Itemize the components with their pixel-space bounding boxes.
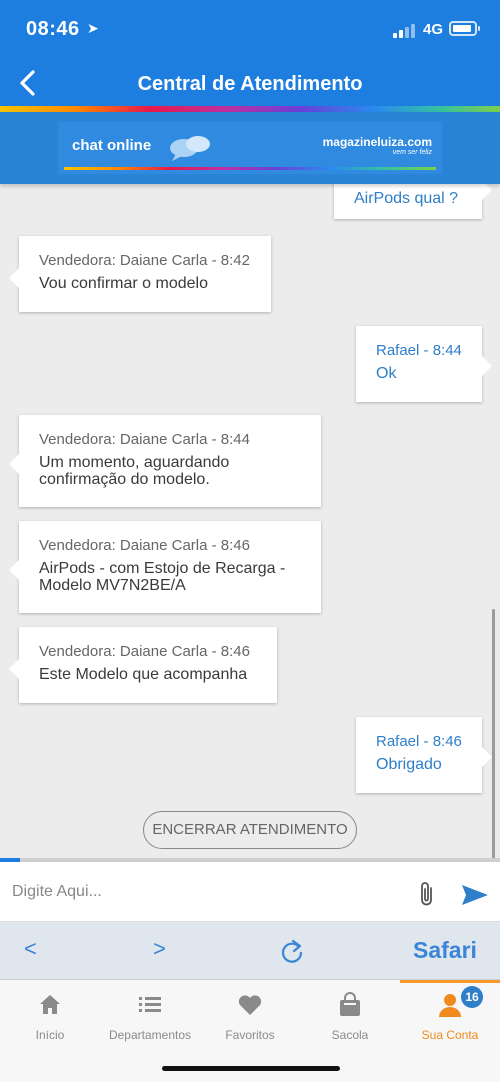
- nav-item-sua-conta[interactable]: Sua Conta: [400, 992, 500, 1042]
- paperclip-icon[interactable]: [416, 880, 438, 908]
- signal-icon: [393, 24, 417, 38]
- nav-item-sacola[interactable]: Sacola: [300, 992, 400, 1042]
- nav-label: Departamentos: [108, 1028, 192, 1042]
- nav-label: Sua Conta: [421, 1028, 479, 1042]
- nav-label: Início: [35, 1028, 65, 1042]
- location-arrow-icon: ➤: [87, 20, 99, 36]
- nav-item-inicio[interactable]: Início: [0, 992, 100, 1042]
- message-text: AirPods qual ?: [354, 190, 459, 207]
- chat-message: Vendedora: Daiane Carla - 8:46 AirPods -…: [9, 521, 321, 613]
- nav-item-favoritos[interactable]: Favoritos: [200, 992, 300, 1042]
- send-icon[interactable]: [461, 884, 489, 906]
- app-header: 08:46 ➤ 4G Central de Atendimento: [0, 0, 500, 112]
- status-time: 08:46: [26, 18, 80, 40]
- message-text: Vou confirmar o modelo: [39, 275, 208, 292]
- nav-label: Favoritos: [225, 1028, 275, 1042]
- message-text: Obrigado: [376, 756, 442, 773]
- message-text: Um momento, aguardando confirmação do mo…: [39, 454, 230, 488]
- safari-toolbar: < > Safari: [0, 922, 500, 980]
- network-label: 4G: [423, 21, 444, 38]
- open-in-safari-button[interactable]: Safari: [413, 937, 477, 964]
- message-input[interactable]: [12, 876, 402, 908]
- message-author: Vendedora: Daiane Carla - 8:46: [39, 537, 250, 554]
- home-icon: [40, 995, 60, 1014]
- active-tab-indicator: [400, 980, 500, 983]
- message-text: Ok: [376, 365, 397, 382]
- status-bar: 08:46 ➤ 4G: [0, 0, 500, 58]
- browser-back-button[interactable]: <: [24, 936, 37, 962]
- chat-bubbles-icon: [170, 136, 210, 161]
- chat-message: Vendedora: Daiane Carla - 8:46 Este Mode…: [9, 627, 277, 703]
- chat-message: Rafael - 8:44 Ok: [356, 326, 492, 402]
- banner-chat-online: chat online: [72, 137, 152, 154]
- list-icon: [139, 997, 161, 1012]
- chat-message: Rafael - 8:46 Obrigado: [356, 717, 492, 793]
- message-text: AirPods - com Estojo de Recarga - Modelo…: [39, 560, 286, 594]
- page-title: Central de Atendimento: [137, 73, 363, 95]
- chat-scrollbar[interactable]: [492, 609, 495, 859]
- chat-message: Vendedora: Daiane Carla - 8:44 Um moment…: [9, 415, 321, 507]
- message-author: Rafael - 8:44: [376, 342, 462, 359]
- message-input-row: [0, 862, 500, 922]
- message-author: Vendedora: Daiane Carla - 8:42: [39, 252, 250, 269]
- brand-logo: magazineluiza.com vem ser feliz: [323, 135, 432, 156]
- chat-message: AirPods qual ?: [334, 184, 492, 219]
- reload-icon[interactable]: [279, 938, 305, 964]
- chat-banner: chat online magazineluiza.com vem ser fe…: [0, 112, 500, 184]
- message-text: Este Modelo que acompanha: [39, 666, 248, 683]
- message-author: Vendedora: Daiane Carla - 8:46: [39, 643, 250, 660]
- brand-tagline: vem ser feliz: [392, 149, 432, 156]
- heart-icon: [238, 995, 262, 1015]
- browser-forward-button[interactable]: >: [153, 936, 166, 962]
- banner-box: chat online magazineluiza.com vem ser fe…: [58, 122, 442, 174]
- chat-message: Vendedora: Daiane Carla - 8:42 Vou confi…: [9, 236, 271, 312]
- message-author: Rafael - 8:46: [376, 733, 462, 750]
- user-icon: [439, 994, 461, 1017]
- banner-stripe: [64, 167, 436, 170]
- notification-badge: 16: [461, 986, 483, 1008]
- nav-label: Sacola: [331, 1028, 369, 1042]
- battery-icon: [449, 21, 480, 36]
- home-indicator[interactable]: [162, 1066, 340, 1071]
- nav-item-departamentos[interactable]: Departamentos: [100, 992, 200, 1042]
- message-author: Vendedora: Daiane Carla - 8:44: [39, 431, 250, 448]
- brand-name: magazineluiza.com: [322, 135, 432, 149]
- end-chat-button[interactable]: ENCERRAR ATENDIMENTO: [143, 811, 357, 849]
- chat-area[interactable]: AirPods qual ? Vendedora: Daiane Carla -…: [0, 184, 500, 860]
- bag-icon: [340, 992, 360, 1016]
